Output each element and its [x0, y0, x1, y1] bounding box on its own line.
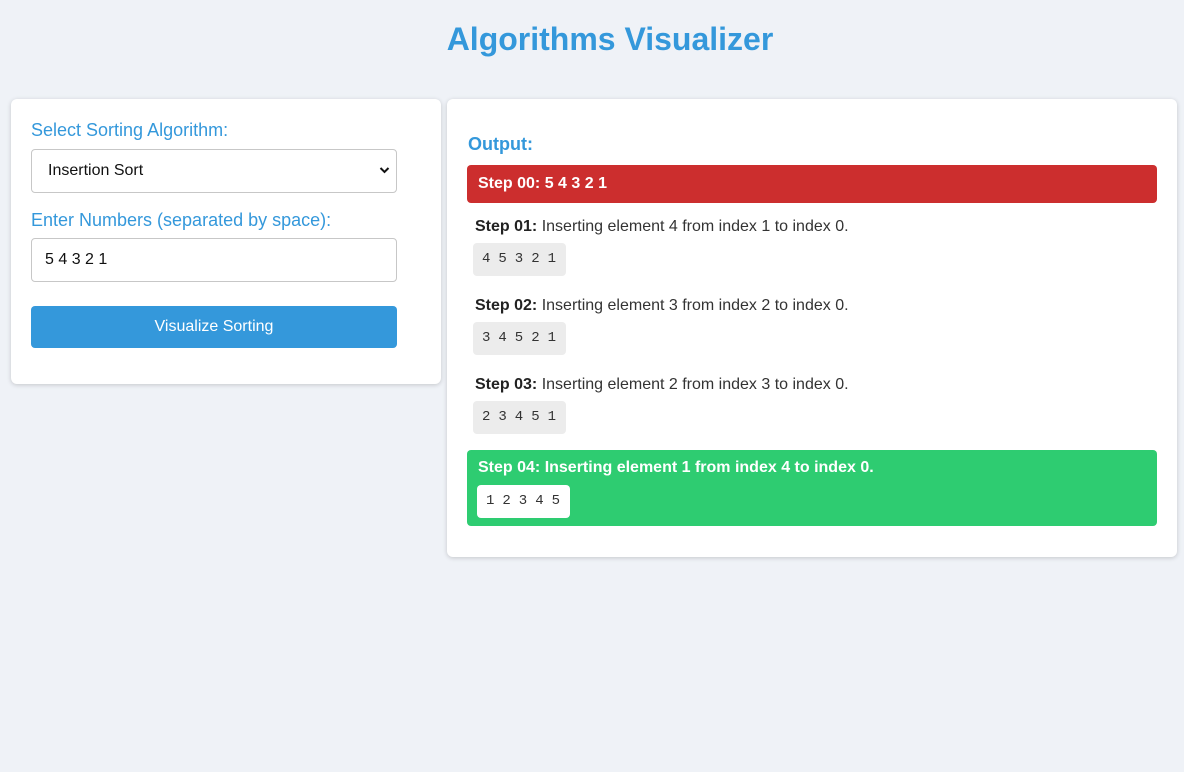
step-label: Step 01: — [475, 218, 538, 235]
numbers-input[interactable]: 5 4 3 2 1 — [31, 238, 397, 282]
step-item: Step 01: Inserting element 4 from index … — [473, 217, 1155, 276]
numbers-label: Enter Numbers (separated by space): — [31, 210, 332, 230]
chevron-down-icon — [379, 150, 390, 210]
step-description: Inserting element 2 from index 3 to inde… — [541, 376, 849, 393]
step-description: Inserting element 3 from index 2 to inde… — [541, 297, 849, 314]
step-text: Step 02: Inserting element 3 from index … — [475, 296, 1155, 316]
controls-panel: Select Sorting Algorithm: Insertion Sort… — [11, 99, 441, 384]
visualize-sorting-button[interactable]: Visualize Sorting — [31, 306, 397, 348]
sorted-array-state: 1 2 3 4 5 — [477, 485, 570, 518]
page-title: Algorithms Visualizer — [446, 21, 774, 57]
algorithm-select[interactable]: Insertion Sort — [31, 149, 397, 193]
output-label: Output: — [468, 134, 533, 154]
step-description: Inserting element 4 from index 1 to inde… — [541, 218, 849, 235]
algorithm-select-value: Insertion Sort — [48, 162, 144, 179]
step-text: Step 01: Inserting element 4 from index … — [475, 217, 1155, 237]
step-item: Step 03: Inserting element 2 from index … — [473, 375, 1155, 434]
step-label: Step 03: — [475, 376, 538, 393]
output-panel: Output: Step 00: 5 4 3 2 1 Step 01: Inse… — [447, 99, 1177, 557]
step-label: Step 02: — [475, 297, 538, 314]
initial-step-banner: Step 00: 5 4 3 2 1 — [467, 165, 1157, 203]
step-text: Step 03: Inserting element 2 from index … — [475, 375, 1155, 395]
final-step-text: Step 04: Inserting element 1 from index … — [478, 459, 874, 476]
array-state: 3 4 5 2 1 — [473, 322, 566, 355]
final-step-banner: Step 04: Inserting element 1 from index … — [467, 450, 1157, 526]
step-item: Step 02: Inserting element 3 from index … — [473, 296, 1155, 355]
array-state: 4 5 3 2 1 — [473, 243, 566, 276]
array-state: 2 3 4 5 1 — [473, 401, 566, 434]
algorithm-label: Select Sorting Algorithm: — [31, 120, 229, 140]
